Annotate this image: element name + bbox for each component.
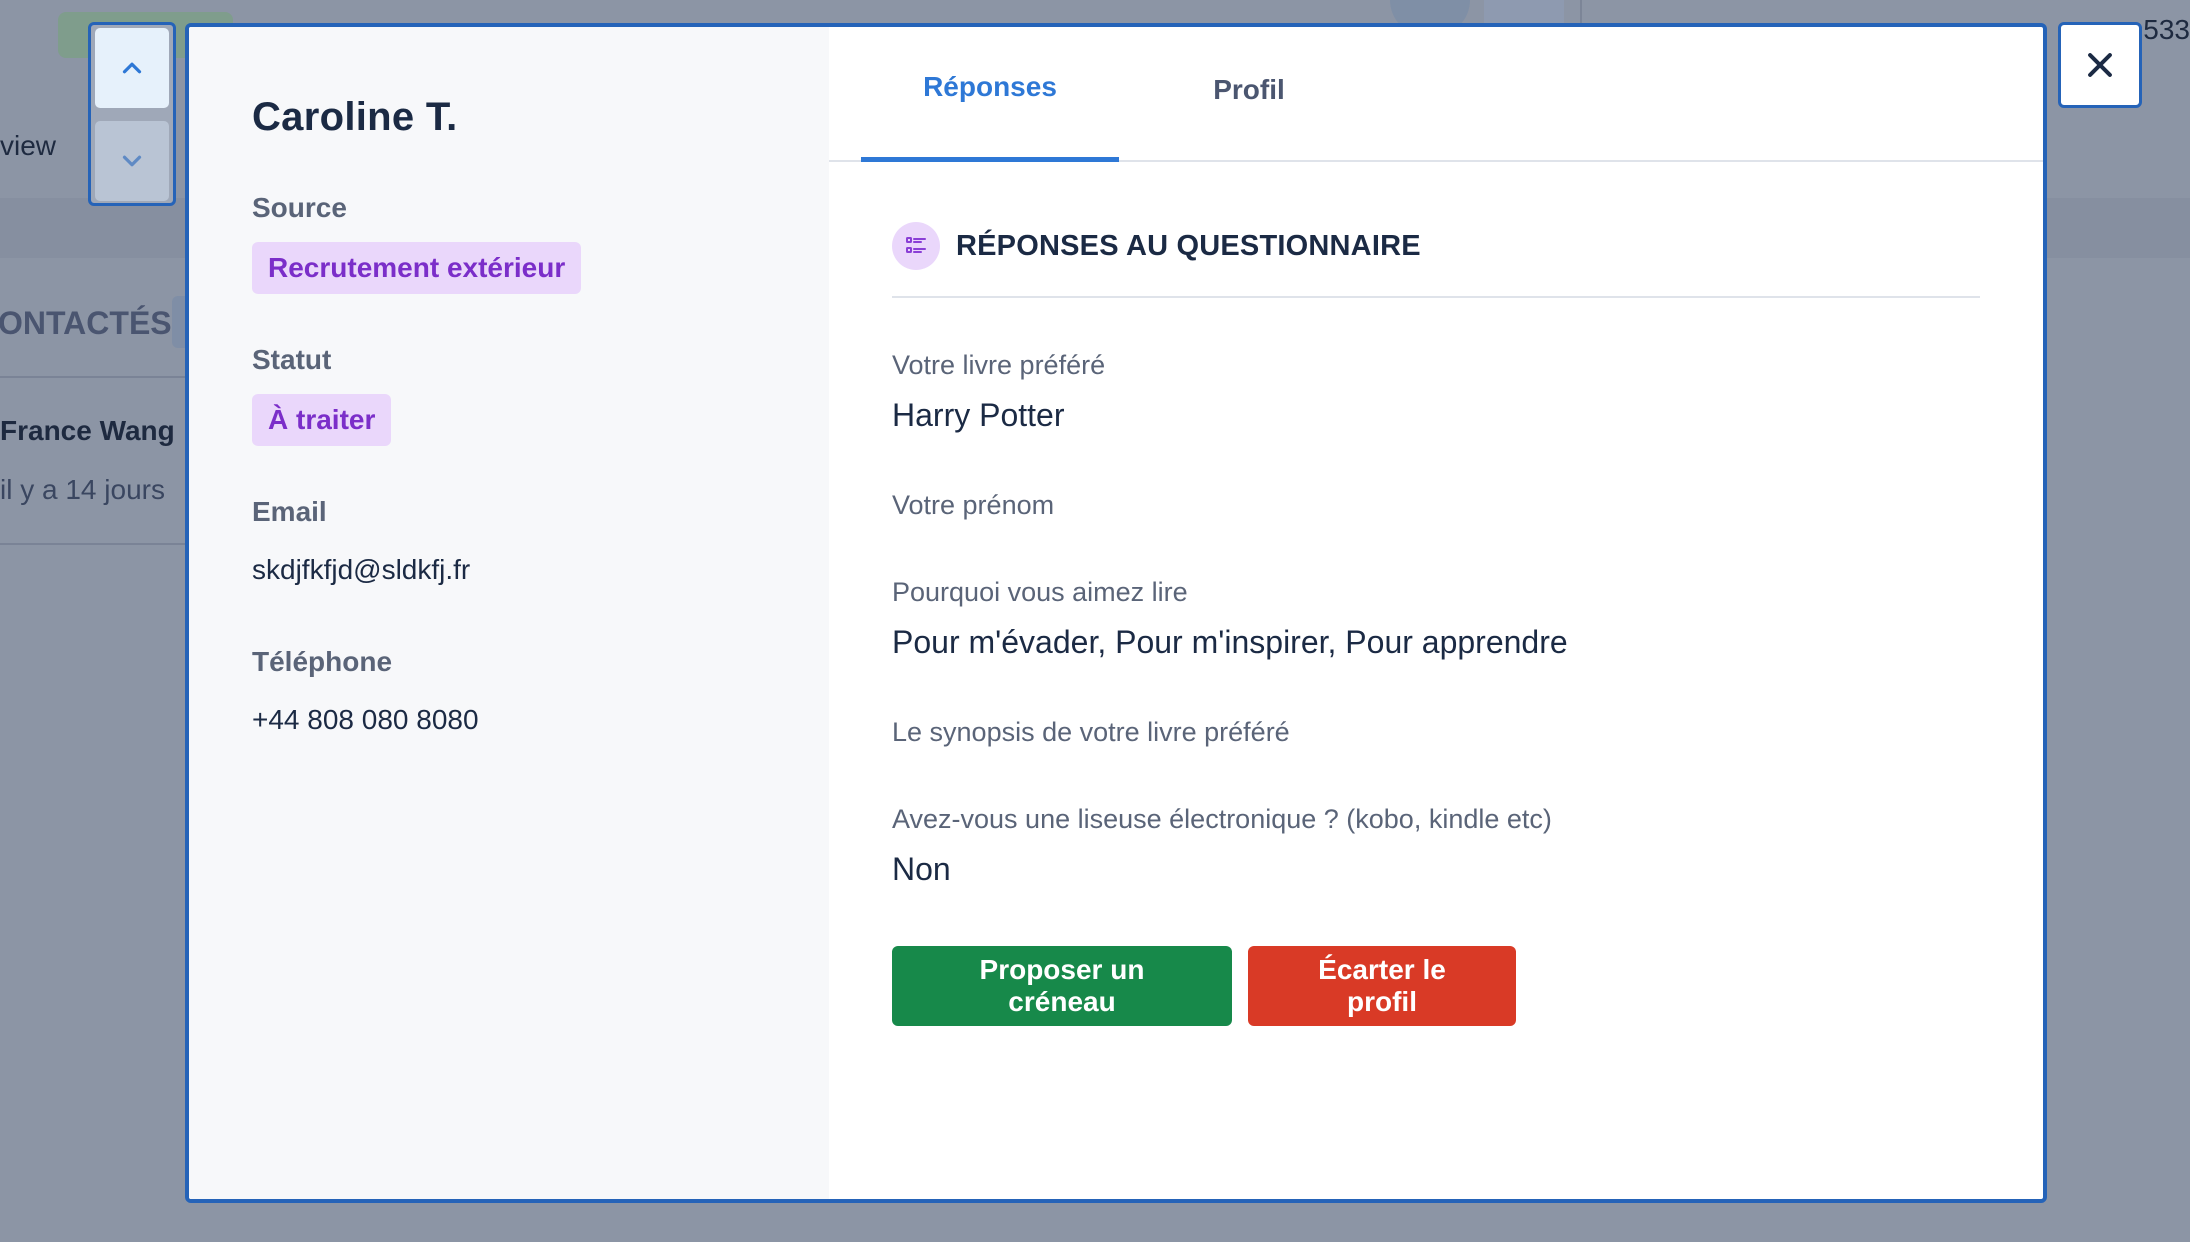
previous-candidate-button[interactable] — [95, 28, 169, 108]
question-label: Pourquoi vous aimez lire — [892, 577, 1188, 607]
phone-label: Téléphone — [252, 646, 393, 677]
email-value[interactable]: skdjfkfjd@sldkfj.fr — [252, 554, 829, 586]
list-icon — [892, 222, 940, 270]
question-label: Votre livre préféré — [892, 350, 1106, 380]
tab-reponses-label: Réponses — [923, 71, 1057, 102]
section-title: RÉPONSES AU QUESTIONNAIRE — [956, 229, 1421, 262]
tab-profil[interactable]: Profil — [1119, 27, 1379, 162]
background-partial-number: 533 — [2143, 14, 2190, 45]
tab-reponses[interactable]: Réponses — [861, 27, 1119, 162]
background-contact-name: France Wang — [0, 415, 175, 446]
next-candidate-button[interactable] — [95, 121, 169, 201]
section-header: RÉPONSES AU QUESTIONNAIRE — [892, 222, 1980, 298]
background-divider-1 — [0, 376, 190, 378]
candidate-name: Caroline T. — [252, 95, 458, 139]
chevron-up-icon — [122, 62, 142, 74]
background-section-title: ONTACTÉS — [0, 305, 172, 341]
action-buttons: Proposer un créneau Écarter le profil — [892, 946, 1980, 1026]
question-label: Le synopsis de votre livre préféré — [892, 717, 1290, 747]
question-item: Votre prénom — [892, 490, 1980, 521]
phone-value[interactable]: +44 808 080 8080 — [252, 704, 829, 736]
close-icon — [2088, 53, 2112, 77]
background-contact-time: il y a 14 jours — [0, 474, 165, 505]
email-label: Email — [252, 496, 327, 527]
close-button[interactable] — [2058, 22, 2142, 108]
question-item: Le synopsis de votre livre préféré — [892, 717, 1980, 748]
propose-slot-button[interactable]: Proposer un créneau — [892, 946, 1232, 1026]
chevron-down-icon — [122, 155, 142, 167]
question-answer: Harry Potter — [892, 397, 1065, 433]
status-field: Statut À traiter — [252, 344, 829, 446]
status-badge: À traiter — [252, 394, 392, 446]
candidate-info-panel: Caroline T. Source Recrutement extérieur… — [189, 27, 829, 1199]
background-view-link: view — [0, 130, 57, 161]
questionnaire-content: RÉPONSES AU QUESTIONNAIRE Votre livre pr… — [829, 162, 2043, 1026]
question-answer: Non — [892, 851, 951, 887]
status-label: Statut — [252, 344, 332, 375]
question-label: Avez-vous une liseuse électronique ? (ko… — [892, 804, 1552, 834]
reject-profile-button[interactable]: Écarter le profil — [1248, 946, 1516, 1026]
candidate-detail-panel: Réponses Profil RÉPONSES AU QUESTIONNAIR… — [829, 27, 2043, 1199]
candidate-navigation — [88, 22, 176, 206]
source-label: Source — [252, 192, 347, 223]
question-answer: Pour m'évader, Pour m'inspirer, Pour app… — [892, 624, 1568, 660]
tab-bar: Réponses Profil — [829, 27, 2043, 162]
question-label: Votre prénom — [892, 490, 1055, 520]
source-field: Source Recrutement extérieur — [252, 192, 829, 294]
question-item: Votre livre préféré Harry Potter — [892, 350, 1980, 434]
candidate-modal: Caroline T. Source Recrutement extérieur… — [185, 23, 2047, 1203]
phone-field: Téléphone +44 808 080 8080 — [252, 646, 829, 736]
question-item: Pourquoi vous aimez lire Pour m'évader, … — [892, 577, 1980, 661]
background-divider-2 — [0, 543, 190, 545]
question-item: Avez-vous une liseuse électronique ? (ko… — [892, 804, 1980, 888]
tab-profil-label: Profil — [1213, 73, 1285, 105]
email-field: Email skdjfkfjd@sldkfj.fr — [252, 496, 829, 586]
source-badge: Recrutement extérieur — [252, 242, 582, 294]
